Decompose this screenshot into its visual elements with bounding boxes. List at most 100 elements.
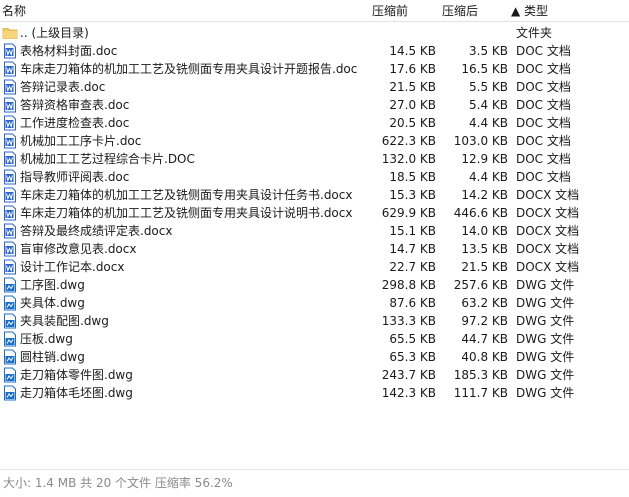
file-packed-size: 14.0 KB bbox=[461, 224, 508, 238]
file-name: 表格材料封面.doc bbox=[20, 44, 118, 58]
file-row[interactable]: 设计工作记本.docx 22.7 KB 21.5 KB DOCX 文档 bbox=[0, 258, 629, 276]
file-name: 走刀箱体零件图.dwg bbox=[20, 368, 133, 382]
file-row[interactable]: 工序图.dwg 298.8 KB 257.6 KB DWG 文件 bbox=[0, 276, 629, 294]
file-type: DOC 文档 bbox=[516, 134, 571, 148]
file-row[interactable]: 机械加工工序卡片.doc 622.3 KB 103.0 KB DOC 文档 bbox=[0, 132, 629, 150]
word-doc-icon bbox=[2, 151, 18, 167]
file-name: 工序图.dwg bbox=[20, 278, 85, 292]
file-name: 设计工作记本.docx bbox=[20, 260, 125, 274]
file-row[interactable]: 答辩及最终成绩评定表.docx 15.1 KB 14.0 KB DOCX 文档 bbox=[0, 222, 629, 240]
file-size: 243.7 KB bbox=[381, 368, 436, 382]
file-type: DOC 文档 bbox=[516, 80, 571, 94]
file-row[interactable]: 盲审修改意见表.docx 14.7 KB 13.5 KB DOCX 文档 bbox=[0, 240, 629, 258]
file-size: 15.1 KB bbox=[389, 224, 436, 238]
file-row[interactable]: 车床走刀箱体的机加工工艺及铣侧面专用夹具设计开题报告.doc 17.6 KB 16.… bbox=[0, 60, 629, 78]
file-packed-size: 4.4 KB bbox=[469, 170, 508, 184]
file-name: 车床走刀箱体的机加工工艺及铣侧面专用夹具设计任务书.docx bbox=[20, 188, 353, 202]
file-packed-size: 44.7 KB bbox=[461, 332, 508, 346]
file-size: 65.5 KB bbox=[389, 332, 436, 346]
file-row[interactable]: 圆柱销.dwg 65.3 KB 40.8 KB DWG 文件 bbox=[0, 348, 629, 366]
column-packed[interactable]: 压缩后 bbox=[442, 3, 478, 19]
file-type: DOC 文档 bbox=[516, 170, 571, 184]
file-type: DOC 文档 bbox=[516, 152, 571, 166]
folder-icon bbox=[2, 25, 18, 41]
file-size: 22.7 KB bbox=[389, 260, 436, 274]
file-row[interactable]: 答辩资格审查表.doc 27.0 KB 5.4 KB DOC 文档 bbox=[0, 96, 629, 114]
file-row[interactable]: 机械加工工艺过程综合卡片.DOC 132.0 KB 12.9 KB DOC 文档 bbox=[0, 150, 629, 168]
word-doc-icon bbox=[2, 115, 18, 131]
file-name: 车床走刀箱体的机加工工艺及铣侧面专用夹具设计说明书.docx bbox=[20, 206, 353, 220]
column-size[interactable]: 压缩前 bbox=[372, 3, 408, 19]
file-list: .. (上级目录) 文件夹 表格材料封面.doc 14.5 KB 3.5 KB DOC 文… bbox=[0, 24, 629, 402]
file-packed-size: 5.4 KB bbox=[469, 98, 508, 112]
file-packed-size: 97.2 KB bbox=[461, 314, 508, 328]
word-doc-icon bbox=[2, 79, 18, 95]
file-row[interactable]: 走刀箱体零件图.dwg 243.7 KB 185.3 KB DWG 文件 bbox=[0, 366, 629, 384]
file-size: 18.5 KB bbox=[389, 170, 436, 184]
file-name: 指导教师评阅表.doc bbox=[20, 170, 130, 184]
file-size: 298.8 KB bbox=[381, 278, 436, 292]
file-row[interactable]: 答辩记录表.doc 21.5 KB 5.5 KB DOC 文档 bbox=[0, 78, 629, 96]
file-size: 15.3 KB bbox=[389, 188, 436, 202]
parent-directory-row[interactable]: .. (上级目录) 文件夹 bbox=[0, 24, 629, 42]
dwg-file-icon bbox=[2, 385, 18, 401]
file-packed-size: 63.2 KB bbox=[461, 296, 508, 310]
file-size: 133.3 KB bbox=[381, 314, 436, 328]
file-size: 142.3 KB bbox=[381, 386, 436, 400]
file-size: 629.9 KB bbox=[381, 206, 436, 220]
dwg-file-icon bbox=[2, 277, 18, 293]
file-type: DOCX 文档 bbox=[516, 242, 580, 256]
file-name: .. (上级目录) bbox=[20, 26, 89, 40]
file-size: 132.0 KB bbox=[381, 152, 436, 166]
file-name: 走刀箱体毛坯图.dwg bbox=[20, 386, 133, 400]
file-row[interactable]: 压板.dwg 65.5 KB 44.7 KB DWG 文件 bbox=[0, 330, 629, 348]
file-row[interactable]: 车床走刀箱体的机加工工艺及铣侧面专用夹具设计任务书.docx 15.3 KB 14.… bbox=[0, 186, 629, 204]
file-packed-size: 111.7 KB bbox=[453, 386, 508, 400]
file-packed-size: 40.8 KB bbox=[461, 350, 508, 364]
file-row[interactable]: 夹具装配图.dwg 133.3 KB 97.2 KB DWG 文件 bbox=[0, 312, 629, 330]
file-name: 答辩记录表.doc bbox=[20, 80, 106, 94]
file-row[interactable]: 表格材料封面.doc 14.5 KB 3.5 KB DOC 文档 bbox=[0, 42, 629, 60]
file-type: DWG 文件 bbox=[516, 332, 575, 346]
file-row[interactable]: 车床走刀箱体的机加工工艺及铣侧面专用夹具设计说明书.docx 629.9 KB 44… bbox=[0, 204, 629, 222]
file-type: DWG 文件 bbox=[516, 350, 575, 364]
file-packed-size: 257.6 KB bbox=[453, 278, 508, 292]
file-packed-size: 12.9 KB bbox=[461, 152, 508, 166]
file-name: 车床走刀箱体的机加工工艺及铣侧面专用夹具设计开题报告.doc bbox=[20, 62, 358, 76]
file-type: DWG 文件 bbox=[516, 278, 575, 292]
dwg-file-icon bbox=[2, 313, 18, 329]
word-doc-icon bbox=[2, 61, 18, 77]
file-size: 65.3 KB bbox=[389, 350, 436, 364]
file-type: DWG 文件 bbox=[516, 386, 575, 400]
word-docx-icon bbox=[2, 187, 18, 203]
file-name: 答辩及最终成绩评定表.docx bbox=[20, 224, 173, 238]
file-name: 工作进度检查表.doc bbox=[20, 116, 130, 130]
file-name: 圆柱销.dwg bbox=[20, 350, 85, 364]
file-name: 盲审修改意见表.docx bbox=[20, 242, 137, 256]
word-docx-icon bbox=[2, 223, 18, 239]
file-size: 14.5 KB bbox=[389, 44, 436, 58]
file-size: 27.0 KB bbox=[389, 98, 436, 112]
word-doc-icon bbox=[2, 97, 18, 113]
file-size: 21.5 KB bbox=[389, 80, 436, 94]
dwg-file-icon bbox=[2, 349, 18, 365]
file-row[interactable]: 工作进度检查表.doc 20.5 KB 4.4 KB DOC 文档 bbox=[0, 114, 629, 132]
status-bar: 大小: 1.4 MB 共 20 个文件 压缩率 56.2% bbox=[0, 469, 629, 497]
file-type: DOCX 文档 bbox=[516, 188, 580, 202]
file-name: 夹具体.dwg bbox=[20, 296, 85, 310]
file-type: DWG 文件 bbox=[516, 296, 575, 310]
file-row[interactable]: 指导教师评阅表.doc 18.5 KB 4.4 KB DOC 文档 bbox=[0, 168, 629, 186]
dwg-file-icon bbox=[2, 295, 18, 311]
file-row[interactable]: 夹具体.dwg 87.6 KB 63.2 KB DWG 文件 bbox=[0, 294, 629, 312]
column-type[interactable]: ▲ 类型 bbox=[511, 3, 548, 19]
word-docx-icon bbox=[2, 205, 18, 221]
word-doc-icon bbox=[2, 169, 18, 185]
file-type: 文件夹 bbox=[516, 26, 553, 40]
column-name[interactable]: 名称 bbox=[2, 3, 26, 19]
file-row[interactable]: 走刀箱体毛坯图.dwg 142.3 KB 111.7 KB DWG 文件 bbox=[0, 384, 629, 402]
file-type: DOC 文档 bbox=[516, 62, 571, 76]
file-packed-size: 16.5 KB bbox=[461, 62, 508, 76]
dwg-file-icon bbox=[2, 367, 18, 383]
file-type: DWG 文件 bbox=[516, 368, 575, 382]
file-packed-size: 185.3 KB bbox=[453, 368, 508, 382]
